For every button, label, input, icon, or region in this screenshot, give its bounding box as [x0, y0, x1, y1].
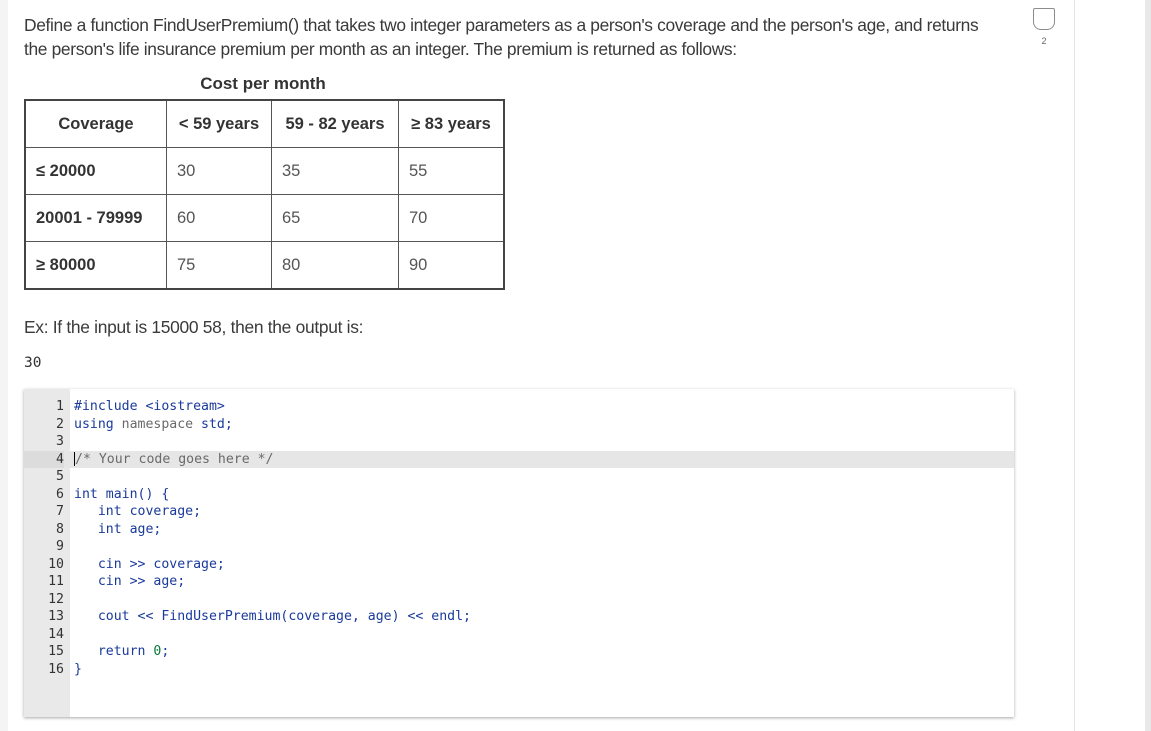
right-scrollbar-gutter[interactable] — [1145, 0, 1151, 731]
code-token: std; — [201, 416, 233, 432]
code-line[interactable]: 5 — [24, 468, 1014, 486]
code-text[interactable]: return 0; — [74, 643, 170, 661]
code-line[interactable]: 13 cout << FindUserPremium(coverage, age… — [24, 608, 1014, 626]
line-number: 9 — [56, 539, 64, 554]
line-number: 10 — [48, 556, 64, 572]
line-number: 6 — [56, 486, 64, 502]
line-number: 3 — [56, 434, 64, 449]
code-line[interactable]: 7 int coverage; — [24, 503, 1014, 521]
code-token: namespace — [113, 416, 202, 432]
line-number: 15 — [48, 644, 64, 659]
example-output: 30 — [24, 355, 42, 371]
table-row: ≥ 80000 75 80 90 — [24, 241, 505, 290]
code-token: return — [74, 644, 154, 659]
line-number: 14 — [48, 626, 64, 642]
table-header-row: Coverage < 59 years 59 - 82 years ≥ 83 y… — [24, 99, 505, 148]
table-row: ≤ 20000 30 35 55 — [24, 147, 505, 195]
side-strip — [1074, 0, 1145, 731]
code-token: cout << FindUserPremium(coverage, age) <… — [74, 609, 471, 624]
table-cell: 70 — [398, 194, 505, 242]
table-cell: 90 — [398, 241, 505, 290]
table-cell: 30 — [166, 147, 272, 195]
header-age-83-plus: ≥ 83 years — [398, 99, 505, 148]
code-line[interactable]: 6 int main() { — [24, 486, 1014, 504]
problem-statement-line-1: Define a function FindUserPremium() that… — [24, 15, 979, 35]
row-coverage-label: ≤ 20000 — [24, 147, 167, 195]
code-line[interactable]: 12 — [24, 591, 1014, 609]
code-line[interactable]: 10 cin >> coverage; — [24, 556, 1014, 574]
code-line[interactable]: 4 /* Your code goes here */ — [24, 450, 1014, 469]
code-line[interactable]: 1 #include <iostream> — [24, 398, 1014, 416]
code-line[interactable]: 2 using namespace std; — [24, 416, 1014, 434]
code-text[interactable]: cout << FindUserPremium(coverage, age) <… — [74, 608, 471, 626]
code-token: using — [74, 416, 114, 432]
header-age-59-82: 59 - 82 years — [271, 99, 399, 148]
code-text[interactable]: int coverage; — [74, 503, 201, 521]
code-token: /* Your code goes here */ — [75, 451, 274, 467]
code-line[interactable]: 8 int age; — [24, 521, 1014, 539]
code-text[interactable]: } — [74, 661, 82, 679]
code-editor[interactable]: 1 #include <iostream> 2 using namespace std… — [24, 389, 1014, 717]
code-token: #include <iostream> — [74, 399, 225, 414]
code-line[interactable]: 15 return 0; — [24, 643, 1014, 661]
table-cell: 35 — [271, 147, 399, 195]
header-coverage: Coverage — [24, 99, 167, 148]
line-number: 7 — [56, 504, 64, 519]
table-cell: 75 — [166, 241, 272, 290]
code-token: } — [74, 661, 82, 677]
code-line[interactable]: 11 cin >> age; — [24, 573, 1014, 591]
line-number: 12 — [48, 591, 64, 607]
example-description: Ex: If the input is 15000 58, then the o… — [24, 317, 364, 337]
line-number: 5 — [56, 469, 64, 484]
line-number: 2 — [56, 416, 64, 432]
code-text[interactable]: int age; — [74, 521, 162, 539]
table-row: 20001 - 79999 60 65 70 — [24, 194, 505, 242]
code-text[interactable]: cin >> coverage; — [74, 556, 225, 574]
line-number: 4 — [24, 450, 64, 468]
table-cell: 60 — [166, 194, 272, 242]
row-coverage-label: 20001 - 79999 — [24, 194, 167, 242]
code-line[interactable]: 3 — [24, 433, 1014, 451]
header-age-under-59: < 59 years — [166, 99, 272, 148]
code-text[interactable]: /* Your code goes here */ — [74, 451, 274, 469]
code-line[interactable]: 16} — [24, 661, 1014, 679]
code-text[interactable]: #include <iostream> — [74, 398, 225, 416]
code-token: ; — [161, 644, 170, 659]
table-cell: 65 — [271, 194, 399, 242]
line-number: 1 — [56, 399, 64, 414]
code-token: cin >> age; — [74, 574, 186, 589]
code-token: int age; — [74, 521, 162, 537]
code-text[interactable]: int main() { — [74, 486, 169, 504]
line-number: 8 — [56, 521, 64, 537]
table-cell: 55 — [398, 147, 505, 195]
table-cell: 80 — [271, 241, 399, 290]
completion-count: 2 — [1041, 36, 1047, 46]
line-number: 16 — [48, 661, 64, 677]
code-token: int main() { — [74, 486, 170, 502]
problem-statement: Define a function FindUserPremium() that… — [24, 13, 1024, 61]
table-caption: Cost per month — [200, 74, 326, 93]
code-text[interactable]: cin >> age; — [74, 573, 185, 591]
code-token: int coverage; — [74, 504, 202, 519]
code-line[interactable]: 9 — [24, 538, 1014, 556]
code-text[interactable]: using namespace std; — [74, 416, 233, 434]
problem-statement-line-2: the person's life insurance premium per … — [24, 39, 737, 59]
row-coverage-label: ≥ 80000 — [24, 241, 167, 290]
completion-indicator-icon — [1033, 8, 1055, 30]
code-token: cin >> coverage; — [74, 556, 225, 572]
line-number: 13 — [48, 609, 64, 624]
premium-table: Coverage < 59 years 59 - 82 years ≥ 83 y… — [24, 99, 505, 290]
code-line[interactable]: 14 — [24, 626, 1014, 644]
line-number: 11 — [48, 574, 64, 589]
